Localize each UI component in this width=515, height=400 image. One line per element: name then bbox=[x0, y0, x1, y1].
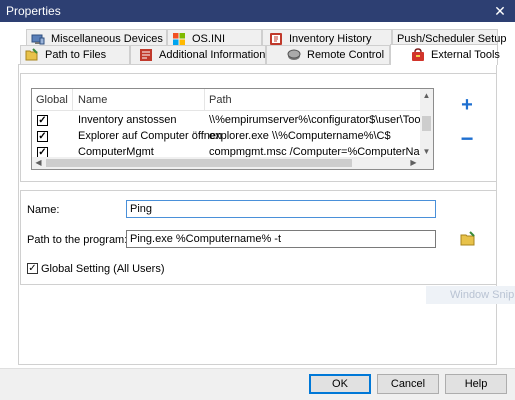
window-snip-watermark: Window Snip bbox=[426, 286, 515, 304]
tab-label: Miscellaneous Devices bbox=[51, 33, 163, 45]
scroll-up-icon[interactable]: ▲ bbox=[420, 89, 433, 102]
title-bar: Properties ✕ bbox=[0, 0, 515, 22]
scroll-thumb[interactable] bbox=[46, 159, 352, 167]
name-field[interactable]: Ping bbox=[126, 200, 436, 218]
tab-remote-control[interactable]: Remote Control bbox=[266, 45, 390, 64]
devices-icon bbox=[31, 32, 45, 46]
horizontal-scrollbar[interactable]: ◀ ▶ bbox=[32, 157, 433, 169]
scroll-thumb[interactable] bbox=[422, 116, 431, 131]
browse-folder-icon[interactable] bbox=[460, 231, 476, 247]
global-setting-checkbox[interactable]: ✓ bbox=[27, 263, 38, 274]
column-header-name[interactable]: Name bbox=[78, 94, 107, 106]
tool-name: Explorer auf Computer öffnen bbox=[78, 130, 223, 142]
list-item[interactable]: ✓ Explorer auf Computer öffnen explorer.… bbox=[32, 129, 422, 145]
tab-label: Inventory History bbox=[289, 33, 372, 45]
remote-control-icon bbox=[287, 48, 301, 62]
tools-list[interactable]: Global Name Path ✓ Inventory anstossen \… bbox=[31, 88, 434, 170]
tab-label: Additional Information bbox=[159, 49, 266, 61]
tab-additional-information[interactable]: Additional Information bbox=[130, 45, 266, 64]
tool-path: \\%empirumserver%\configurator$\user\Too… bbox=[209, 114, 422, 126]
column-header-path[interactable]: Path bbox=[209, 94, 232, 106]
info-card-icon bbox=[139, 48, 153, 62]
list-header: Global Name Path bbox=[32, 89, 422, 111]
scroll-right-icon[interactable]: ▶ bbox=[407, 157, 420, 169]
tab-external-tools[interactable]: External Tools bbox=[390, 44, 500, 65]
ok-button[interactable]: OK bbox=[309, 374, 371, 394]
tab-path-to-files[interactable]: Path to Files bbox=[20, 45, 130, 64]
tool-name: Inventory anstossen bbox=[78, 114, 177, 126]
tab-label: Remote Control bbox=[307, 49, 385, 61]
path-label: Path to the program: bbox=[27, 234, 128, 246]
tools-bag-icon bbox=[411, 48, 425, 62]
history-icon bbox=[269, 32, 283, 46]
global-checkbox[interactable]: ✓ bbox=[37, 115, 48, 126]
tab-label: OS.INI bbox=[192, 33, 226, 45]
scroll-left-icon[interactable]: ◀ bbox=[32, 157, 45, 169]
path-field[interactable]: Ping.exe %Computername% -t bbox=[126, 230, 436, 248]
close-icon[interactable]: ✕ bbox=[485, 0, 515, 22]
tool-path: explorer.exe \\%Computername%\C$ bbox=[209, 130, 391, 142]
list-item[interactable]: ✓ Inventory anstossen \\%empirumserver%\… bbox=[32, 113, 422, 129]
tab-label: Path to Files bbox=[45, 49, 107, 61]
add-tool-button[interactable]: + bbox=[458, 95, 476, 115]
windows-logo-icon bbox=[172, 32, 186, 46]
column-header-global[interactable]: Global bbox=[36, 94, 68, 106]
global-setting-label[interactable]: Global Setting (All Users) bbox=[41, 263, 165, 275]
name-label: Name: bbox=[27, 204, 60, 216]
global-checkbox[interactable]: ✓ bbox=[37, 131, 48, 142]
window-title: Properties bbox=[6, 4, 61, 18]
remove-tool-button[interactable]: − bbox=[458, 128, 476, 150]
help-button[interactable]: Help bbox=[445, 374, 507, 394]
cancel-button[interactable]: Cancel bbox=[377, 374, 439, 394]
vertical-scrollbar[interactable]: ▲ ▼ bbox=[420, 89, 433, 158]
tab-label: External Tools bbox=[431, 49, 500, 61]
tab-row-bottom: Path to Files Additional Information Rem… bbox=[0, 44, 515, 65]
folder-icon bbox=[25, 48, 39, 62]
